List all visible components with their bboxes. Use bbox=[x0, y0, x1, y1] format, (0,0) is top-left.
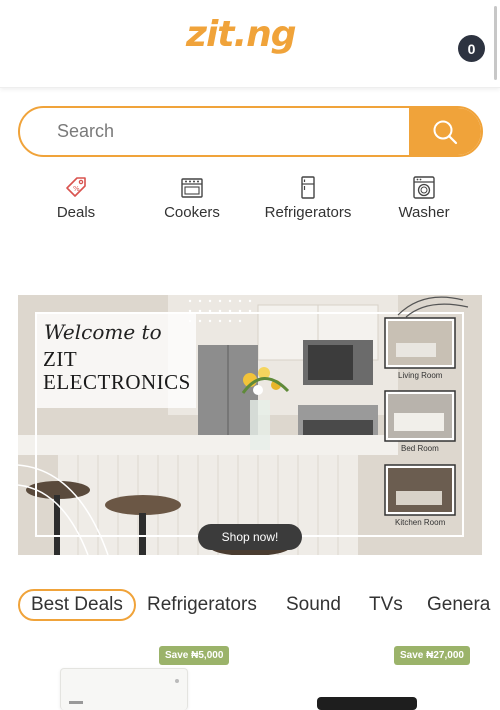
category-washer[interactable]: Washer bbox=[366, 174, 482, 226]
banner-brand-title: ZIT ELECTRONICS bbox=[43, 348, 191, 394]
app-header: zit.ng 0 bbox=[0, 0, 500, 88]
banner-welcome-text: Welcome to bbox=[44, 320, 162, 344]
site-logo[interactable]: zit.ng bbox=[186, 14, 297, 55]
search-input[interactable] bbox=[20, 108, 413, 155]
search-icon bbox=[433, 120, 458, 144]
tag-icon: % bbox=[66, 177, 86, 197]
category-cookers-label: Cookers bbox=[164, 204, 220, 221]
search-button[interactable] bbox=[409, 108, 481, 155]
category-deals-label: Deals bbox=[56, 204, 96, 221]
banner-brand-line1: ZIT bbox=[43, 347, 78, 371]
promo-banner[interactable]: Welcome to ZIT ELECTRONICS Living Room B… bbox=[18, 295, 482, 555]
product-image-appliance[interactable] bbox=[317, 697, 417, 710]
svg-text:%: % bbox=[73, 185, 80, 193]
category-refrigerators-label: Refrigerators bbox=[264, 204, 352, 221]
search-bar bbox=[18, 106, 483, 157]
scrollbar[interactable] bbox=[494, 6, 497, 80]
brand-mark bbox=[69, 701, 83, 704]
category-refrigerators[interactable]: Refrigerators bbox=[250, 174, 366, 226]
refrigerator-icon bbox=[301, 176, 315, 199]
tab-tvs[interactable]: TVs bbox=[369, 589, 403, 621]
tab-sound[interactable]: Sound bbox=[286, 589, 341, 621]
room-label-kitchen: Kitchen Room bbox=[395, 518, 446, 527]
washing-machine-icon bbox=[413, 176, 435, 199]
cooker-icon bbox=[181, 178, 203, 198]
product-save-badge: Save ₦27,000 bbox=[394, 646, 470, 665]
cart-count-badge[interactable]: 0 bbox=[458, 35, 485, 62]
tab-best-deals[interactable]: Best Deals bbox=[18, 589, 136, 621]
category-cookers[interactable]: Cookers bbox=[134, 174, 250, 226]
product-save-badge: Save ₦5,000 bbox=[159, 646, 230, 665]
banner-brand-line2: ELECTRONICS bbox=[43, 370, 191, 394]
category-washer-label: Washer bbox=[398, 204, 450, 221]
indicator-light bbox=[175, 679, 179, 683]
room-label-living: Living Room bbox=[398, 371, 443, 380]
room-label-bed: Bed Room bbox=[401, 444, 439, 453]
category-deals[interactable]: % Deals bbox=[18, 174, 134, 226]
product-image-air-conditioner[interactable] bbox=[60, 668, 188, 710]
tab-refrigerators[interactable]: Refrigerators bbox=[147, 589, 257, 621]
tab-generators[interactable]: Genera bbox=[427, 589, 500, 621]
shop-now-button[interactable]: Shop now! bbox=[198, 524, 302, 550]
